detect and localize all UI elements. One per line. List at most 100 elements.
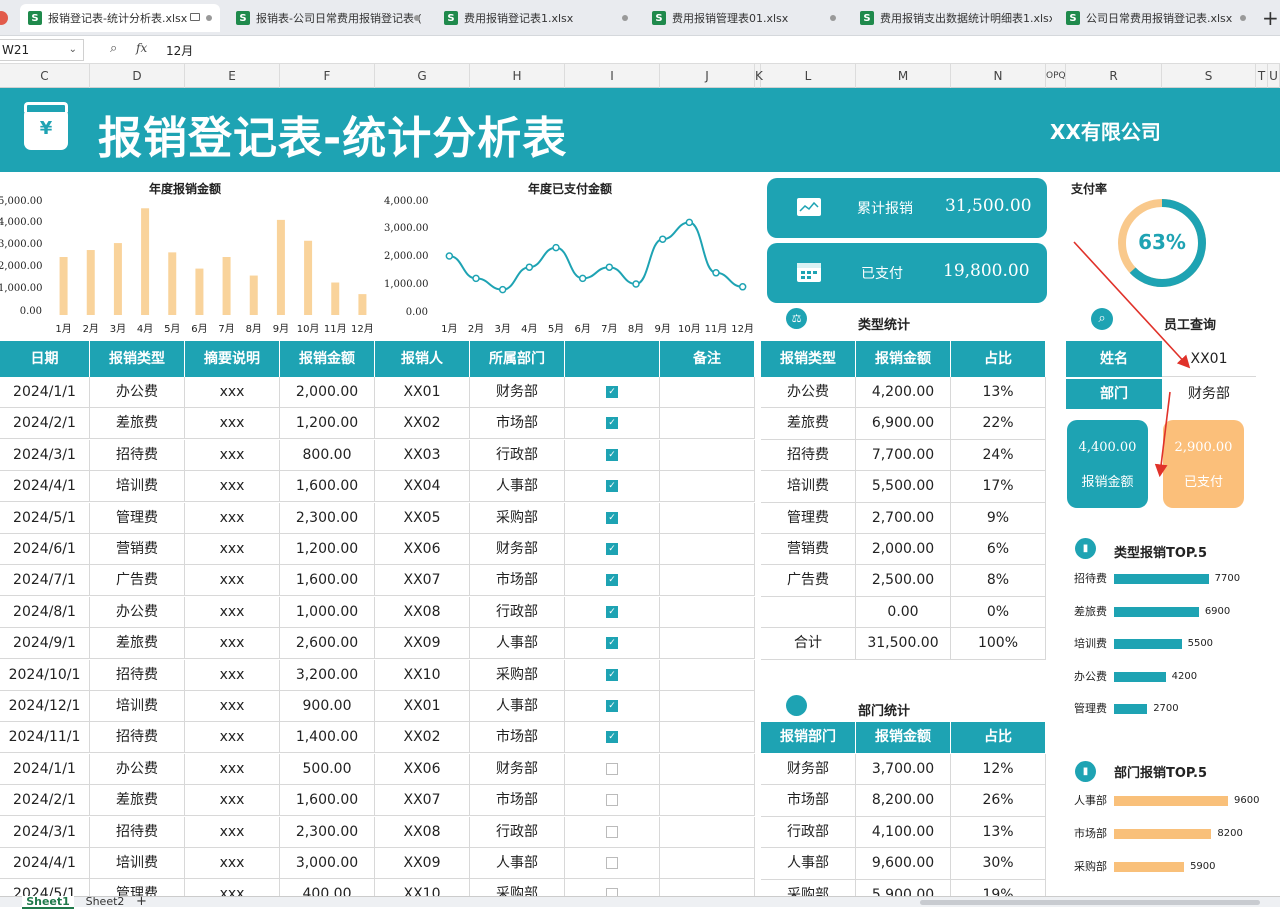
- horizontal-scrollbar[interactable]: [920, 900, 1260, 905]
- col-ratio: 占比: [951, 722, 1046, 753]
- paid-checkbox[interactable]: ✓: [565, 471, 660, 503]
- table-cell: 3,200.00: [280, 659, 375, 691]
- paid-checkbox[interactable]: ✓: [565, 659, 660, 691]
- paid-checkbox[interactable]: [565, 848, 660, 879]
- bar: [1114, 606, 1199, 617]
- col-header[interactable]: G: [375, 64, 470, 88]
- stat-cell: 22%: [951, 408, 1046, 440]
- main-table-body: 2024/1/1 办公费 xxx 2,000.00 XX01 财务部 ✓ 2024/2/1 差旅…: [0, 377, 756, 896]
- paid-checkbox[interactable]: ✓: [565, 377, 660, 408]
- tab-3[interactable]: S 费用报销管理表01.xlsx: [644, 4, 844, 32]
- col-header[interactable]: T: [1256, 64, 1268, 88]
- tab-0[interactable]: S 报销登记表-统计分析表.xlsx: [20, 4, 220, 32]
- x-tick: 8月: [245, 324, 262, 335]
- y-tick: 4,000.00: [384, 196, 429, 207]
- col-header[interactable]: F: [280, 64, 375, 88]
- bar: [1114, 639, 1182, 649]
- point: [605, 263, 614, 271]
- col-header[interactable]: OPQ: [1046, 64, 1066, 88]
- y-tick: 5,000.00: [0, 196, 43, 207]
- chevron-down-icon[interactable]: ⌄: [69, 40, 77, 60]
- sheet-tab[interactable]: Sheet2: [80, 896, 130, 907]
- col-type: 报销类型: [761, 341, 856, 377]
- col-header[interactable]: U: [1268, 64, 1280, 88]
- bar: [1114, 704, 1148, 714]
- paid-checkbox[interactable]: ✓: [565, 439, 660, 471]
- table-cell: XX03: [375, 439, 470, 471]
- col-header[interactable]: S: [1162, 64, 1256, 88]
- tab-2[interactable]: S 费用报销登记表1.xlsx: [436, 4, 636, 32]
- paid-checkbox[interactable]: [565, 785, 660, 817]
- table-cell: 1,600.00: [280, 471, 375, 503]
- col-amount: 报销金额: [856, 341, 951, 377]
- col-header[interactable]: N: [951, 64, 1046, 88]
- paid-checkbox[interactable]: ✓: [565, 408, 660, 440]
- dept-top5-title: 部门报销TOP.5: [1114, 766, 1208, 781]
- col-header[interactable]: E: [185, 64, 280, 88]
- bar-value: 4200: [1171, 670, 1198, 682]
- card-label: 累计报销: [857, 201, 913, 217]
- bar-label: 招待费: [1074, 572, 1107, 585]
- paid-checkbox[interactable]: ✓: [565, 596, 660, 628]
- col-header[interactable]: M: [856, 64, 951, 88]
- card-value: 31,500.00: [945, 196, 1032, 216]
- table-cell: 2024/8/1: [0, 596, 90, 628]
- bar: [1114, 574, 1209, 584]
- tab-close-dot-icon[interactable]: [1240, 15, 1246, 21]
- col-header[interactable]: D: [90, 64, 185, 88]
- table-cell: 1,400.00: [280, 722, 375, 754]
- bar: [168, 252, 177, 315]
- col-header[interactable]: L: [761, 64, 856, 88]
- stat-cell: 营销费: [761, 534, 856, 566]
- col-summary: 摘要说明: [185, 341, 280, 377]
- new-tab-plus-icon[interactable]: +: [1262, 6, 1279, 30]
- stat-cell: 4,200.00: [856, 377, 951, 409]
- bar: [195, 268, 204, 315]
- table-cell: 培训费: [90, 691, 185, 722]
- col-header[interactable]: C: [0, 64, 90, 88]
- zoom-search-icon[interactable]: ⌕: [110, 41, 117, 56]
- stat-cell: 30%: [951, 848, 1046, 880]
- table-cell: 行政部: [470, 596, 565, 628]
- table-cell: 500.00: [280, 753, 375, 785]
- app-close-icon[interactable]: [0, 11, 8, 25]
- tab-close-dot-icon[interactable]: [414, 15, 420, 21]
- type-stats-body: 办公费 4,200.00 13% 差旅费 6,900.00 22% 招待费 7,700.00 2…: [761, 377, 1047, 667]
- name-box[interactable]: W21 ⌄: [0, 39, 84, 61]
- table-cell: XX02: [375, 722, 470, 754]
- paid-checkbox[interactable]: ✓: [565, 628, 660, 660]
- paid-checkbox[interactable]: [565, 879, 660, 896]
- monitor-icon[interactable]: [190, 13, 200, 21]
- table-cell: 2,600.00: [280, 628, 375, 660]
- paid-checkbox[interactable]: [565, 753, 660, 785]
- table-cell: [660, 848, 755, 879]
- paid-checkbox[interactable]: [565, 816, 660, 848]
- function-icon[interactable]: fx: [136, 41, 147, 55]
- table-cell: xxx: [185, 565, 280, 597]
- tab-1[interactable]: S 报销表-公司日常费用报销登记表 (: [228, 4, 428, 32]
- col-header[interactable]: R: [1066, 64, 1162, 88]
- paid-checkbox[interactable]: ✓: [565, 502, 660, 534]
- paid-checkbox[interactable]: ✓: [565, 534, 660, 565]
- x-tick: 4月: [136, 324, 154, 335]
- paid-checkbox[interactable]: ✓: [565, 722, 660, 754]
- sheet-tab-active[interactable]: Sheet1: [22, 896, 74, 909]
- col-header[interactable]: J: [660, 64, 755, 88]
- paid-checkbox[interactable]: ✓: [565, 565, 660, 597]
- paid-checkbox[interactable]: ✓: [565, 691, 660, 722]
- tab-close-dot-icon[interactable]: [830, 15, 836, 21]
- tab-5[interactable]: S 公司日常费用报销登记表.xlsx: [1058, 4, 1254, 32]
- tab-4[interactable]: S 费用报销支出数据统计明细表1.xlsx: [852, 4, 1052, 32]
- table-cell: 培训费: [90, 848, 185, 879]
- stat-cell: 6,900.00: [856, 408, 951, 440]
- col-header[interactable]: H: [470, 64, 565, 88]
- stat-cell: 9,600.00: [856, 848, 951, 880]
- table-cell: [660, 879, 755, 896]
- col-header[interactable]: I: [565, 64, 660, 88]
- tab-close-dot-icon[interactable]: [622, 15, 628, 21]
- stat-cell: 13%: [951, 377, 1046, 409]
- formula-input[interactable]: 12月: [166, 42, 193, 59]
- tab-close-dot-icon[interactable]: [206, 15, 212, 21]
- table-cell: xxx: [185, 848, 280, 879]
- table-cell: xxx: [185, 722, 280, 754]
